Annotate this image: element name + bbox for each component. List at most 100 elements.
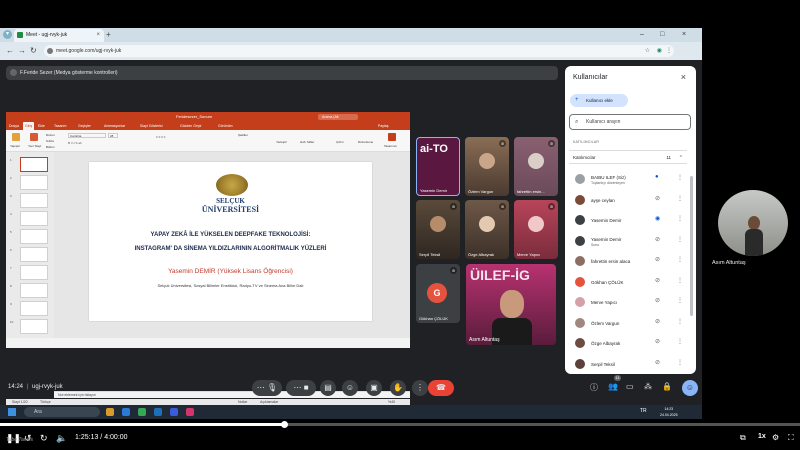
mic-status-icon[interactable]: ⊘ <box>655 256 660 263</box>
browser-chrome: ▾ Meet - ugj-rvyk-juk × + – □ × ← → ↻ me… <box>0 28 702 60</box>
mic-status-icon[interactable]: ⊘ <box>655 359 660 366</box>
emoji-button[interactable]: ☺ <box>342 380 358 396</box>
participant-row[interactable]: ayşe ceylan ⊘ ⋮ <box>569 191 687 209</box>
self-view[interactable] <box>718 190 788 256</box>
reload-icon[interactable]: ↻ <box>30 46 37 56</box>
chrome-icon[interactable] <box>138 408 146 416</box>
captions-button[interactable]: ▤ <box>320 380 336 396</box>
camera-button[interactable]: ⋯ ■ <box>286 380 316 396</box>
people-search-input[interactable]: ⌕ Kullanıcı arayın <box>569 114 691 130</box>
participant-row[interactable]: Yasemin Demir ◉ ⋮ <box>569 211 687 229</box>
extension-icon[interactable]: ◉ <box>657 45 662 57</box>
activities-icon[interactable]: ⁂ <box>644 382 652 391</box>
participant-row[interactable]: BAIBU ILEF (Siz) Toplantıyı düzenleyen ● ⋮ <box>569 170 687 188</box>
mic-status-icon[interactable]: ⊘ <box>655 318 660 325</box>
new-tab-button[interactable]: + <box>106 28 111 42</box>
fullscreen-icon[interactable]: ⛶ <box>788 433 794 443</box>
participant-row[interactable]: Merve Yapıcı ⊘ ⋮ <box>569 293 687 311</box>
more-options-icon[interactable]: ⋮ <box>677 359 683 366</box>
chevron-up-icon[interactable]: ⌃ <box>679 151 683 165</box>
chat-icon[interactable]: ▭ <box>626 382 634 391</box>
end-call-button[interactable]: ☎ <box>428 380 454 396</box>
participant-row[interactable]: Yasemin Demir Sunu ⊘ ⋮ <box>569 232 687 250</box>
playback-speed[interactable]: 1x <box>758 433 766 440</box>
more-options-icon[interactable]: ⋮ <box>677 174 683 181</box>
participant-row[interactable]: Özlem Vargun ⊘ ⋮ <box>569 314 687 332</box>
mic-status-icon[interactable]: ⊘ <box>655 195 660 202</box>
tab-meet[interactable]: Meet - ugj-rvyk-juk × <box>14 29 104 42</box>
browser-menu-icon[interactable]: ⋮ <box>666 45 672 57</box>
panel-scrollbar[interactable] <box>690 176 693 316</box>
volume-icon[interactable]: 🔈 <box>56 433 67 444</box>
mic-status-icon[interactable]: ⊘ <box>655 297 660 304</box>
mic-status-icon[interactable]: ⊘ <box>655 338 660 345</box>
maximize-button[interactable]: □ <box>660 28 664 42</box>
windows-start-icon[interactable] <box>8 408 16 416</box>
self-avatar-button[interactable]: ☺ <box>682 380 698 396</box>
participant-row[interactable]: fahrettin ersin alaca ⊘ ⋮ <box>569 252 687 270</box>
mic-button[interactable]: ⋯ 🎙 <box>252 380 282 396</box>
address-bar[interactable]: meet.google.com/ugj-rvyk-juk ☆ ◉ ⋮ <box>44 45 674 57</box>
taskbar-search[interactable]: Ara <box>24 407 100 417</box>
participant-row[interactable]: Özge Albayrak ⊘ ⋮ <box>569 334 687 352</box>
more-options-icon[interactable]: ⋮ <box>677 318 683 325</box>
participant-tile[interactable]: ⊘ Özge Albayrak <box>465 200 509 259</box>
mic-status-icon[interactable]: ◉ <box>655 215 660 222</box>
meeting-info-icon[interactable]: ⓘ <box>590 382 598 393</box>
raise-hand-button[interactable]: ✋ <box>390 380 406 396</box>
participant-name: Gökhan ÇÖLÜK <box>591 279 624 285</box>
people-icon[interactable]: 👥 <box>608 382 618 391</box>
forward-icon[interactable]: ↻ <box>40 433 48 444</box>
video-progress-bar[interactable] <box>0 421 800 428</box>
progress-knob[interactable] <box>280 421 288 428</box>
captions-icon[interactable]: ⧉ <box>740 433 746 443</box>
participant-tile[interactable]: ai-TO Yasemin Demir <box>416 137 460 196</box>
participant-tile[interactable]: ⊘ Serpil Teksil <box>416 200 460 259</box>
app-icon[interactable] <box>186 408 194 416</box>
file-explorer-icon[interactable] <box>106 408 114 416</box>
participant-row[interactable]: Serpil Teksil ⊘ ⋮ <box>569 355 687 373</box>
participant-tile[interactable]: ⊘ fahrettin ersin... <box>514 137 558 196</box>
edge-icon[interactable] <box>122 408 130 416</box>
bookmark-star-icon[interactable]: ☆ <box>645 45 650 57</box>
tab-search-icon[interactable]: ▾ <box>3 30 12 39</box>
more-options-icon[interactable]: ⋮ <box>677 277 683 284</box>
more-options-button[interactable]: ⋮ <box>412 380 428 396</box>
participant-tile[interactable]: ⊘ Merve Yapıcı <box>514 200 558 259</box>
participants-group-header[interactable]: Katılımcılar 11 ⌃ <box>569 150 687 164</box>
add-people-button[interactable]: + Kullanıcı ekle <box>570 94 628 107</box>
back-icon[interactable]: ← <box>6 46 14 56</box>
minimize-button[interactable]: – <box>640 28 644 42</box>
store-icon[interactable] <box>170 408 178 416</box>
thumb-number: 4 <box>10 212 12 216</box>
close-tab-icon[interactable]: × <box>96 29 100 42</box>
site-info-icon[interactable] <box>47 48 53 54</box>
mic-status-icon[interactable]: ⊘ <box>655 277 660 284</box>
more-options-icon[interactable]: ⋮ <box>677 236 683 243</box>
thumb-number: 5 <box>10 230 12 234</box>
participant-tile-active-speaker[interactable]: ÜILEF-İG Asım Altuntaş <box>466 264 556 345</box>
host-controls-icon[interactable]: 🔒 <box>662 382 672 391</box>
window-close-button[interactable]: × <box>682 28 686 42</box>
more-options-icon[interactable]: ⋮ <box>677 195 683 202</box>
more-options-icon[interactable]: ⋮ <box>677 215 683 222</box>
ppt-ribbon-tabs: Dosya Giriş Ekle Tasarım Geçişler Animas… <box>6 122 410 130</box>
forward-icon[interactable]: → <box>18 46 26 56</box>
word-icon[interactable] <box>154 408 162 416</box>
more-options-icon[interactable]: ⋮ <box>677 297 683 304</box>
selcuk-university-seal <box>216 174 248 196</box>
ribbon-font: Cambria <box>68 133 106 138</box>
mic-status-icon[interactable]: ● <box>655 174 659 180</box>
participant-row[interactable]: Gökhan ÇÖLÜK ⊘ ⋮ <box>569 273 687 291</box>
tile-name: Özlem Vargun <box>468 189 494 194</box>
present-button[interactable]: ▣ <box>366 380 382 396</box>
close-panel-icon[interactable]: × <box>681 72 686 82</box>
address-bar-row: ← → ↻ meet.google.com/ugj-rvyk-juk ☆ ◉ ⋮ <box>0 42 702 60</box>
participant-tile[interactable]: ⊘ Özlem Vargun <box>465 137 509 196</box>
participant-tile[interactable]: G ⊘ Gökhan ÇÖLÜK <box>416 264 460 323</box>
more-options-icon[interactable]: ⋮ <box>677 338 683 345</box>
more-options-icon[interactable]: ⋮ <box>677 256 683 263</box>
mic-status-icon[interactable]: ⊘ <box>655 236 660 243</box>
taskbar-lang: TR <box>640 408 647 414</box>
settings-gear-icon[interactable]: ⚙ <box>772 433 779 442</box>
